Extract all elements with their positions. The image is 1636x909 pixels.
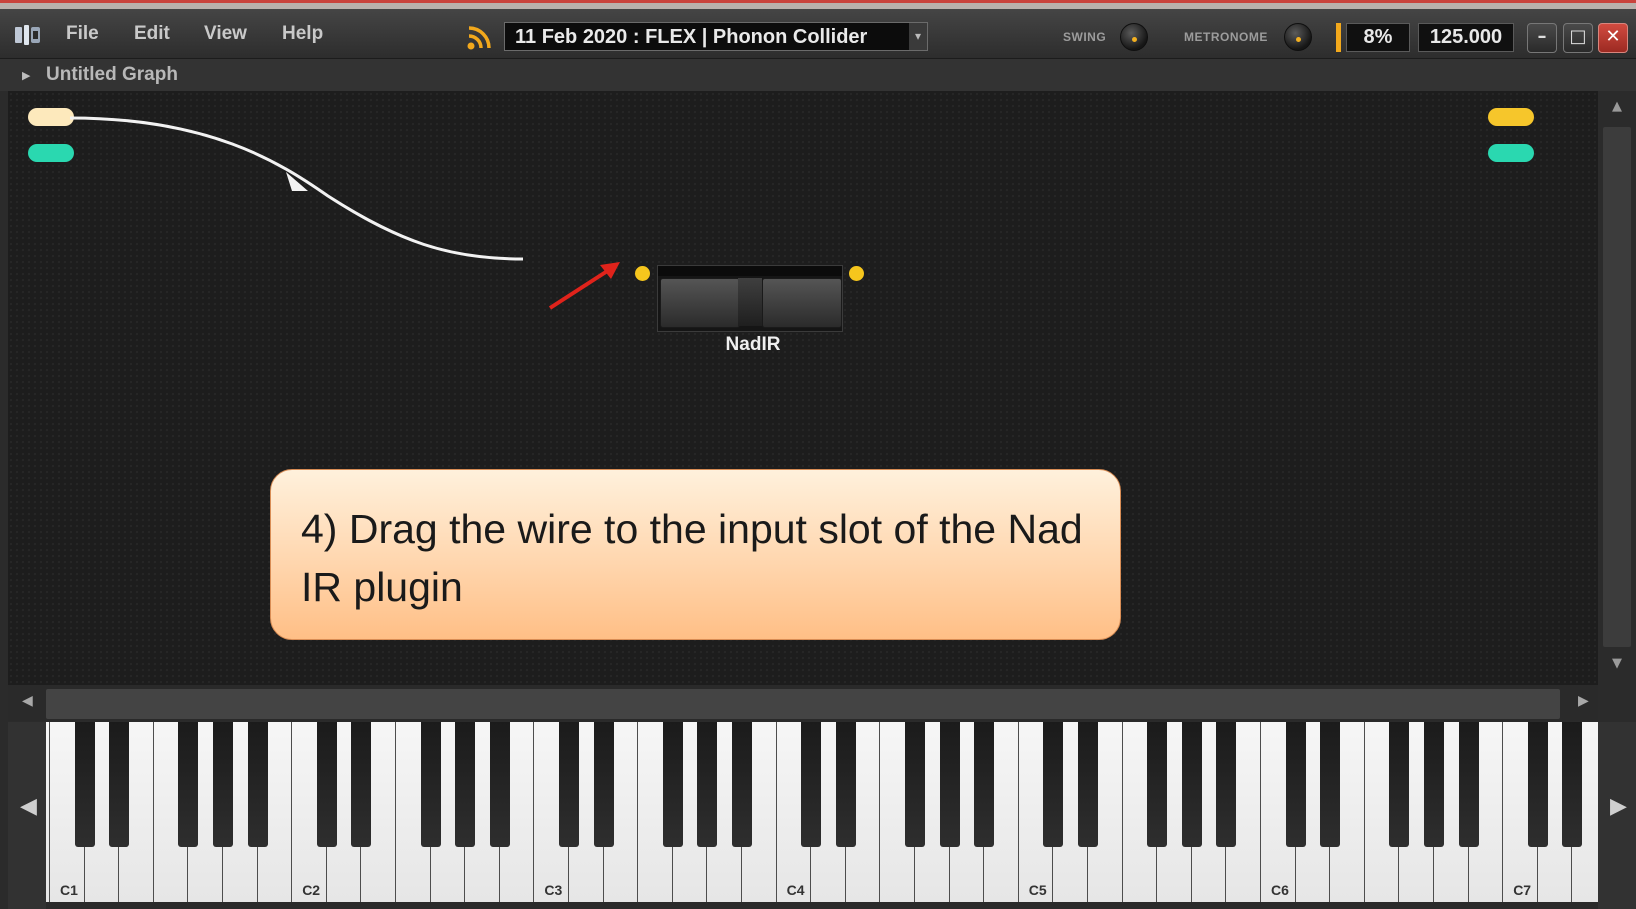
cpu-meter-bar [1336,23,1341,52]
menubar: File Edit View Help 11 Feb 2020 : FLEX |… [0,9,1636,59]
keyboard-scroll-left[interactable]: ◀ [8,722,46,909]
maximize-button[interactable]: □ [1563,23,1593,53]
callout-pointer-arrow [548,266,614,310]
plugin-panel-left [660,278,740,328]
black-key[interactable] [939,722,960,847]
black-key[interactable] [109,722,130,847]
black-key[interactable] [559,722,579,847]
octave-label: C5 [1028,882,1047,898]
black-key[interactable] [1562,722,1583,847]
scroll-down-icon[interactable]: ▼ [1598,656,1636,671]
tempo-field[interactable]: 125.000 [1418,23,1514,52]
black-key[interactable] [801,722,822,847]
black-key[interactable] [213,722,233,847]
preset-label: 11 Feb 2020 : FLEX | Phonon Collider [515,26,868,48]
black-key[interactable] [247,722,268,847]
black-key[interactable] [697,722,718,847]
octave-label: C7 [1513,882,1532,898]
plugin-header [658,266,842,276]
black-key[interactable] [1043,722,1064,847]
metronome-knob[interactable] [1284,23,1312,51]
swing-knob[interactable] [1120,23,1148,51]
black-key[interactable] [905,722,925,847]
black-key[interactable] [593,722,614,847]
plugin-output-pin[interactable] [849,266,864,281]
black-key[interactable] [974,722,995,847]
black-key[interactable] [316,722,337,847]
black-key[interactable] [732,722,752,847]
black-key[interactable] [1320,722,1341,847]
piano-keyboard: ◀ C1C2C3C4C5C6C7C8 ▶ [8,722,1636,909]
black-key[interactable] [178,722,199,847]
black-key[interactable] [489,722,510,847]
black-key[interactable] [1285,722,1306,847]
octave-label: C6 [1271,882,1289,898]
black-key[interactable] [1458,722,1479,847]
scroll-right-icon[interactable]: ▶ [1578,693,1589,709]
black-key[interactable] [1389,722,1410,847]
plugin-input-pin[interactable] [635,266,650,281]
black-key[interactable] [1181,722,1202,847]
minimize-icon: – [1537,26,1547,47]
graph-title-bar: ▶ Untitled Graph [0,59,1636,91]
plugin-panel-right [762,278,842,328]
app-window: File Edit View Help 11 Feb 2020 : FLEX |… [0,0,1636,909]
graph-canvas[interactable]: NadIR 4) Drag the wire to the input slot… [8,91,1598,685]
black-key[interactable] [1527,722,1548,847]
black-key[interactable] [420,722,441,847]
menu-view[interactable]: View [204,23,247,45]
nadir-plugin-node[interactable] [657,265,843,332]
horizontal-scrollbar[interactable]: ◀ ▶ [8,685,1598,721]
plugin-panel-center [738,278,762,326]
black-key[interactable] [1147,722,1168,847]
rss-feed-icon[interactable] [466,23,494,51]
black-key[interactable] [662,722,683,847]
menu-file[interactable]: File [66,23,99,45]
metronome-label: METRONOME [1184,30,1268,44]
maximize-icon: □ [1569,26,1587,47]
window-title-strip [0,0,1636,9]
preset-selector[interactable]: 11 Feb 2020 : FLEX | Phonon Collider ▾ [504,22,928,51]
swing-label: SWING [1063,30,1107,44]
graph-title: Untitled Graph [46,64,178,85]
tutorial-callout: 4) Drag the wire to the input slot of th… [270,469,1121,640]
close-icon: ✕ [1605,26,1621,47]
expand-triangle-icon[interactable]: ▶ [22,69,30,82]
vertical-scrollbar[interactable]: ▲ ▼ [1598,91,1636,685]
black-key[interactable] [835,722,856,847]
black-key[interactable] [1078,722,1098,847]
octave-label: C3 [544,882,563,898]
close-button[interactable]: ✕ [1598,23,1628,53]
cpu-value: 8% [1346,23,1410,52]
minimize-button[interactable]: – [1527,23,1557,53]
black-key[interactable] [1424,722,1444,847]
red-arrowhead-icon [600,262,620,279]
octave-label: C1 [60,882,78,898]
black-key[interactable] [74,722,95,847]
plugin-name: NadIR [725,334,781,355]
keyboard-left-arrow-icon: ◀ [20,794,37,819]
scroll-left-icon[interactable]: ◀ [22,693,33,709]
piano-keys: C1C2C3C4C5C6C7C8 [46,722,1598,909]
scroll-up-icon[interactable]: ▲ [1598,99,1636,114]
menu-edit[interactable]: Edit [134,23,170,45]
octave-label: C2 [302,882,321,898]
menu-help[interactable]: Help [282,23,323,45]
black-key[interactable] [351,722,372,847]
black-key[interactable] [455,722,476,847]
keyboard-right-arrow-icon: ▶ [1610,794,1627,819]
octave-label: C4 [786,882,805,898]
chevron-down-icon[interactable]: ▾ [909,23,927,50]
black-key[interactable] [1216,722,1237,847]
app-logo-icon[interactable] [14,23,42,47]
horizontal-scroll-thumb[interactable] [46,689,1560,719]
vertical-scroll-thumb[interactable] [1603,127,1631,647]
keyboard-scroll-right[interactable]: ▶ [1598,722,1636,909]
